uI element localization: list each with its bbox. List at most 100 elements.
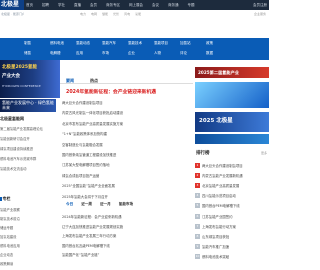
rank-text[interactable]: 内蒙古氢能产业发展新机遇 [202, 173, 243, 178]
top-nav-expo[interactable]: 网上展会 [129, 0, 143, 10]
tab-month[interactable]: 近一月 [100, 202, 111, 207]
list-item[interactable]: 燃料电池汽车示范城市群 [0, 154, 60, 164]
list-item[interactable]: 加氢站建设 [0, 233, 60, 242]
site-logo[interactable]: 北极星氢能网 [0, 0, 24, 10]
enterprise-link[interactable]: 企业服务 [254, 12, 266, 16]
rank-text[interactable]: 两大巨头合作建设制氢项目 [202, 163, 243, 168]
nav-item[interactable]: 燃料电池 [50, 41, 76, 46]
list-item[interactable]: 2025年氢能大会将于下月召开 [62, 192, 190, 202]
nav-item[interactable]: 数据 [206, 51, 232, 56]
top-nav-jobs[interactable]: 招聘 [42, 0, 49, 10]
list-item[interactable]: 国内首台兆瓦级PEM电解槽下线 [62, 242, 190, 252]
header-link[interactable]: 氢能 [135, 12, 141, 16]
promo-banner[interactable]: 2025第二届氢能产业 [195, 67, 269, 78]
rank-number: 8 [195, 233, 200, 239]
ranking-item[interactable]: 6 江苏氢能产业园签约 [195, 211, 269, 221]
tab-market[interactable]: 氢能市场 [119, 202, 133, 207]
nav-item[interactable]: 制氢 [24, 41, 50, 46]
list-item[interactable]: 绿氢项目建设持续推进 [0, 144, 60, 154]
rank-text[interactable]: 燃料电池技术突破 [202, 254, 229, 259]
ranking-item[interactable]: 5 国内首台PEM电解槽下线 [195, 201, 269, 211]
list-item[interactable]: 第二届氢能产业发展高峰论坛 [0, 124, 60, 134]
header-link[interactable]: 电网 [91, 12, 97, 16]
promo-strip-banner[interactable] [195, 134, 269, 144]
nav-item[interactable]: 氢能汽车 [102, 41, 128, 46]
list-item[interactable]: 氢能创新研讨会召开 [0, 134, 60, 144]
nav-item[interactable]: 氢能项目 [154, 41, 180, 46]
top-nav-meeting[interactable]: 会议 [152, 0, 159, 10]
nav-item[interactable]: 应用 [76, 51, 102, 56]
rank-text[interactable]: 氢能汽车推广加速 [202, 244, 229, 249]
rank-text[interactable]: 江苏氢能产业园签约 [202, 214, 233, 219]
list-item[interactable]: 江苏某大型电解槽项目签约落地 [62, 160, 190, 170]
rank-text[interactable]: 国内首台PEM电解槽下线 [202, 203, 240, 208]
ranking-more-link[interactable]: 更多 [261, 151, 267, 155]
headline-link[interactable]: 2024年氢能新征程：会产业链迎来新机遇 [66, 88, 156, 95]
list-item[interactable]: 国内首条纯氢管道工程建设加快推进 [62, 150, 190, 160]
list-item[interactable]: 氢能技术交流活动 [0, 164, 60, 174]
list-item[interactable]: 内蒙古风光制氢一体化项目获批启动建设 [62, 108, 190, 118]
ranking-item[interactable]: 2 内蒙古氢能产业发展新机遇 [195, 170, 269, 180]
nav-item[interactable]: 氢能技术 [128, 41, 154, 46]
promo-image-banner[interactable] [195, 82, 269, 108]
header-link[interactable]: 风电 [124, 12, 130, 16]
nav-item[interactable]: 评论 [180, 51, 206, 56]
list-item[interactable]: 上海发布氢能产业发展三年行动方案 [62, 232, 190, 242]
conference-banner[interactable]: 北极星2025氢能 产业大会 HYDROGEN CONFERENCE [0, 60, 60, 98]
list-item[interactable]: 空客制造业与氢能融合发展 [62, 140, 190, 150]
nav-item[interactable]: 氢能动态 [76, 41, 102, 46]
header-link[interactable]: 光伏 [113, 12, 119, 16]
list-item[interactable]: 绿氢合成氨项目投产运营 [62, 171, 190, 181]
left-section-title: 北极星氢能网 [0, 116, 24, 121]
list-item[interactable]: 辽宁大连加快推进氢能产业发展规划实施 [62, 223, 190, 233]
list-item[interactable]: 企业动态 [0, 251, 60, 260]
tab-today[interactable]: 今日 [66, 202, 73, 207]
ranking-item[interactable]: 9 氢能汽车推广加速 [195, 242, 269, 252]
list-item[interactable]: 燃料电池应用 [0, 242, 60, 251]
nav-row: 制氢 燃料电池 氢能动态 氢能汽车 氢能技术 氢能项目 加氢站 政策 [0, 41, 269, 46]
ranking-item[interactable]: 7 上海发布氢能行动方案 [195, 221, 269, 231]
top-nav-home[interactable]: 首页 [26, 0, 33, 10]
top-nav-biz[interactable]: 商务通 [168, 0, 179, 10]
rank-text[interactable]: 四川氢能示范项目启动 [202, 193, 236, 198]
left-ad-banner[interactable]: 氢能产业发展中心 · 绿色氢能未来 [0, 99, 56, 112]
ranking-item[interactable]: 10 燃料电池技术突破 [195, 252, 269, 262]
top-nav-topic[interactable]: 专题 [188, 0, 195, 10]
nav-item[interactable]: 加氢站 [180, 41, 206, 46]
logo-subtitle: 北极星 · 能源门户 [1, 12, 24, 16]
list-item[interactable]: 两大巨头合作建设制氢项目 [62, 98, 190, 108]
top-nav-academy[interactable]: 学社 [58, 0, 65, 10]
rank-text[interactable]: 山东绿氢项目获批 [202, 234, 229, 239]
nav-item[interactable]: 储氢 [24, 51, 50, 56]
ranking-item[interactable]: 8 山东绿氢项目获批 [195, 231, 269, 241]
nav-item[interactable]: 市场 [102, 51, 128, 56]
nav-item[interactable]: 政策 [206, 41, 232, 46]
rank-number: 3 [195, 182, 200, 188]
top-nav-business[interactable]: 商务专区 [106, 0, 120, 10]
tab-week[interactable]: 近一周 [81, 202, 92, 207]
header-link[interactable]: 电力 [80, 12, 86, 16]
nav-item[interactable]: 企业 [128, 51, 154, 56]
top-nav-live[interactable]: 直播 [74, 0, 81, 10]
rank-text[interactable]: 北京氢能产业高质量发展 [202, 183, 239, 188]
nav-item[interactable]: 人物 [154, 51, 180, 56]
nav-item[interactable]: 电解槽 [50, 51, 76, 56]
register-link[interactable]: 会员注册 [253, 0, 267, 10]
list-item[interactable]: 2025“全国氢能”氢能产业全面发展 [62, 181, 190, 191]
promo-banner[interactable]: 2025 北极星 [195, 112, 269, 132]
ranking-item[interactable]: 4 四川氢能示范项目启动 [195, 191, 269, 201]
ranking-item[interactable]: 1 两大巨头合作建设制氢项目 [195, 160, 269, 170]
list-item[interactable]: 氢能产业观察 [0, 206, 60, 215]
column-section-title: 专栏 [0, 196, 11, 202]
ranking-item[interactable]: 3 北京氢能产业高质量发展 [195, 180, 269, 190]
list-item[interactable]: 氢能国产化“氢能产业链” [62, 251, 190, 261]
top-nav-member[interactable]: 会员 [90, 0, 97, 10]
list-item[interactable]: 政策解读 [0, 260, 60, 269]
list-item[interactable]: 制氢技术前沿 [0, 215, 60, 224]
rank-text[interactable]: 上海发布氢能行动方案 [202, 224, 236, 229]
list-item[interactable]: 储运专题 [0, 224, 60, 233]
list-item[interactable]: 北京市发布氢能产业高质量发展实施方案 [62, 119, 190, 129]
list-item[interactable]: 2024年氢能新征程：会产业迎来新机遇 [62, 213, 190, 223]
list-item[interactable]: “1+N”氢能政策体系加快构建 [62, 129, 190, 139]
header-link[interactable]: 储能 [102, 12, 108, 16]
